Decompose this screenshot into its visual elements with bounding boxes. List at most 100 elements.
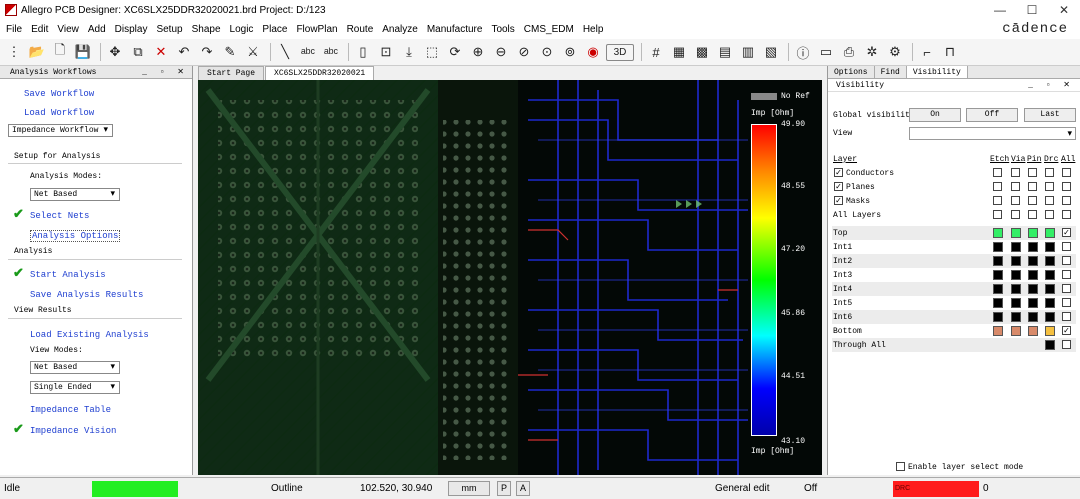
visibility-checkbox[interactable]: [1062, 196, 1071, 205]
visibility-checkbox[interactable]: [1028, 210, 1037, 219]
layer-color-swatch[interactable]: [1011, 270, 1021, 280]
layer-all-checkbox[interactable]: [1062, 312, 1071, 321]
delete-icon[interactable]: ✕: [151, 42, 171, 62]
zoom-in-icon[interactable]: ⊕: [468, 42, 488, 62]
visibility-checkbox[interactable]: [1045, 196, 1054, 205]
redo-icon[interactable]: ↷: [197, 42, 217, 62]
drc-indicator[interactable]: DRC: [893, 481, 979, 497]
options-icon[interactable]: ⚙: [885, 42, 905, 62]
layer-color-swatch[interactable]: [1011, 242, 1021, 252]
a-toggle[interactable]: A: [516, 481, 530, 496]
rats-icon[interactable]: ▧: [761, 42, 781, 62]
visibility-checkbox[interactable]: [1011, 196, 1020, 205]
visibility-checkbox[interactable]: [1011, 210, 1020, 219]
save-workflow-link[interactable]: Save Workflow: [24, 89, 94, 99]
menu-shape[interactable]: Shape: [192, 24, 221, 35]
copy-icon[interactable]: ⧉: [128, 42, 148, 62]
new-file-icon[interactable]: 🗋: [50, 42, 70, 62]
layer-all-checkbox[interactable]: [1062, 256, 1071, 265]
layer-color-swatch[interactable]: [993, 228, 1003, 238]
menu-file[interactable]: File: [6, 24, 22, 35]
visibility-checkbox[interactable]: [993, 196, 1002, 205]
pcb-artwork[interactable]: [198, 80, 822, 475]
measure-icon[interactable]: ▭: [816, 42, 836, 62]
visibility-last-button[interactable]: Last: [1024, 108, 1076, 122]
layer-color-swatch[interactable]: [1028, 326, 1038, 336]
layer-color-swatch[interactable]: [993, 256, 1003, 266]
workflow-select[interactable]: Impedance Workflow: [8, 124, 113, 137]
report-icon[interactable]: ⎙: [839, 42, 859, 62]
drc-icon[interactable]: ✲: [862, 42, 882, 62]
layer-color-swatch[interactable]: [1011, 284, 1021, 294]
layer-all-checkbox[interactable]: [1062, 284, 1071, 293]
layer-color-swatch[interactable]: [1028, 298, 1038, 308]
zoom-previous-icon[interactable]: ⊚: [560, 42, 580, 62]
masks-checkbox[interactable]: ✓: [834, 196, 843, 205]
layer-all-checkbox[interactable]: [1062, 298, 1071, 307]
info-icon[interactable]: ⓘ: [793, 42, 813, 62]
zoom-world-icon[interactable]: ⊘: [514, 42, 534, 62]
layer-color-swatch[interactable]: [1045, 256, 1055, 266]
layer-color-swatch[interactable]: [993, 298, 1003, 308]
impedance-vision-link[interactable]: Impedance Vision: [30, 426, 116, 436]
view-select[interactable]: [909, 127, 1076, 140]
pin-icon[interactable]: ✎: [220, 42, 240, 62]
tab-find[interactable]: Find: [875, 66, 907, 78]
zoom-out-icon[interactable]: ⊖: [491, 42, 511, 62]
menu-place[interactable]: Place: [262, 24, 287, 35]
layer-color-swatch[interactable]: [993, 270, 1003, 280]
layer-color-swatch[interactable]: [1028, 270, 1038, 280]
zoom-fit-icon[interactable]: ⊙: [537, 42, 557, 62]
layer-color-swatch[interactable]: [1011, 256, 1021, 266]
layer-icon[interactable]: ▤: [715, 42, 735, 62]
grid-icon[interactable]: #: [646, 42, 666, 62]
route-connect-icon[interactable]: ⌐: [917, 42, 937, 62]
visibility-checkbox[interactable]: [1062, 182, 1071, 191]
enable-layer-select-checkbox[interactable]: [896, 462, 905, 471]
visibility-checkbox[interactable]: [993, 182, 1002, 191]
layer-color-swatch[interactable]: [1028, 228, 1038, 238]
layer-color-swatch[interactable]: [1045, 270, 1055, 280]
menu-manufacture[interactable]: Manufacture: [427, 24, 483, 35]
menu-flowplan[interactable]: FlowPlan: [296, 24, 337, 35]
place-symbol-icon[interactable]: ⊡: [376, 42, 396, 62]
visibility-checkbox[interactable]: [1028, 168, 1037, 177]
visibility-checkbox[interactable]: [1028, 196, 1037, 205]
place-component-icon[interactable]: ▯: [353, 42, 373, 62]
layer-color-swatch[interactable]: [1045, 326, 1055, 336]
layer-color-swatch[interactable]: [993, 312, 1003, 322]
layer-color-swatch[interactable]: [1028, 242, 1038, 252]
menu-analyze[interactable]: Analyze: [382, 24, 418, 35]
connect-icon[interactable]: ⤓: [399, 42, 419, 62]
undo-icon[interactable]: ↶: [174, 42, 194, 62]
select-nets-link[interactable]: Select Nets: [30, 211, 89, 221]
visibility-checkbox[interactable]: [1028, 182, 1037, 191]
slide-route-icon[interactable]: ⊓: [940, 42, 960, 62]
view-3d-button[interactable]: 3D: [606, 43, 634, 61]
tab-board[interactable]: XC6SLX25DDR32020021: [265, 66, 375, 80]
tab-options[interactable]: Options: [828, 66, 875, 78]
layer-all-checkbox[interactable]: ✓: [1062, 326, 1071, 335]
layer-all-checkbox[interactable]: [1062, 242, 1071, 251]
layer-color-swatch[interactable]: [1045, 284, 1055, 294]
pcb-design-canvas[interactable]: No Ref Imp [Ohm] 49.90 48.55 47.20 45.86…: [198, 80, 822, 475]
load-workflow-link[interactable]: Load Workflow: [24, 108, 94, 118]
layer-all-checkbox[interactable]: [1062, 340, 1071, 349]
redraw-icon[interactable]: ⟳: [445, 42, 465, 62]
refresh-icon[interactable]: ◉: [583, 42, 603, 62]
menu-route[interactable]: Route: [347, 24, 374, 35]
unrats-icon[interactable]: ▥: [738, 42, 758, 62]
impedance-table-link[interactable]: Impedance Table: [30, 405, 111, 415]
layer-color-swatch[interactable]: [1045, 340, 1055, 350]
visibility-off-button[interactable]: Off: [966, 108, 1018, 122]
panel-window-controls[interactable]: _ ▫ ✕: [142, 66, 188, 79]
visibility-checkbox[interactable]: [1062, 168, 1071, 177]
slide-icon[interactable]: ⬚: [422, 42, 442, 62]
layer-color-swatch[interactable]: [1011, 228, 1021, 238]
layer-color-swatch[interactable]: [993, 242, 1003, 252]
save-analysis-results-link[interactable]: Save Analysis Results: [30, 290, 143, 300]
visibility-checkbox[interactable]: [1045, 182, 1054, 191]
panel-window-controls[interactable]: _ ▫ ✕: [1028, 79, 1074, 92]
view-mode-select[interactable]: Net Based: [30, 361, 120, 374]
menu-logic[interactable]: Logic: [230, 24, 254, 35]
